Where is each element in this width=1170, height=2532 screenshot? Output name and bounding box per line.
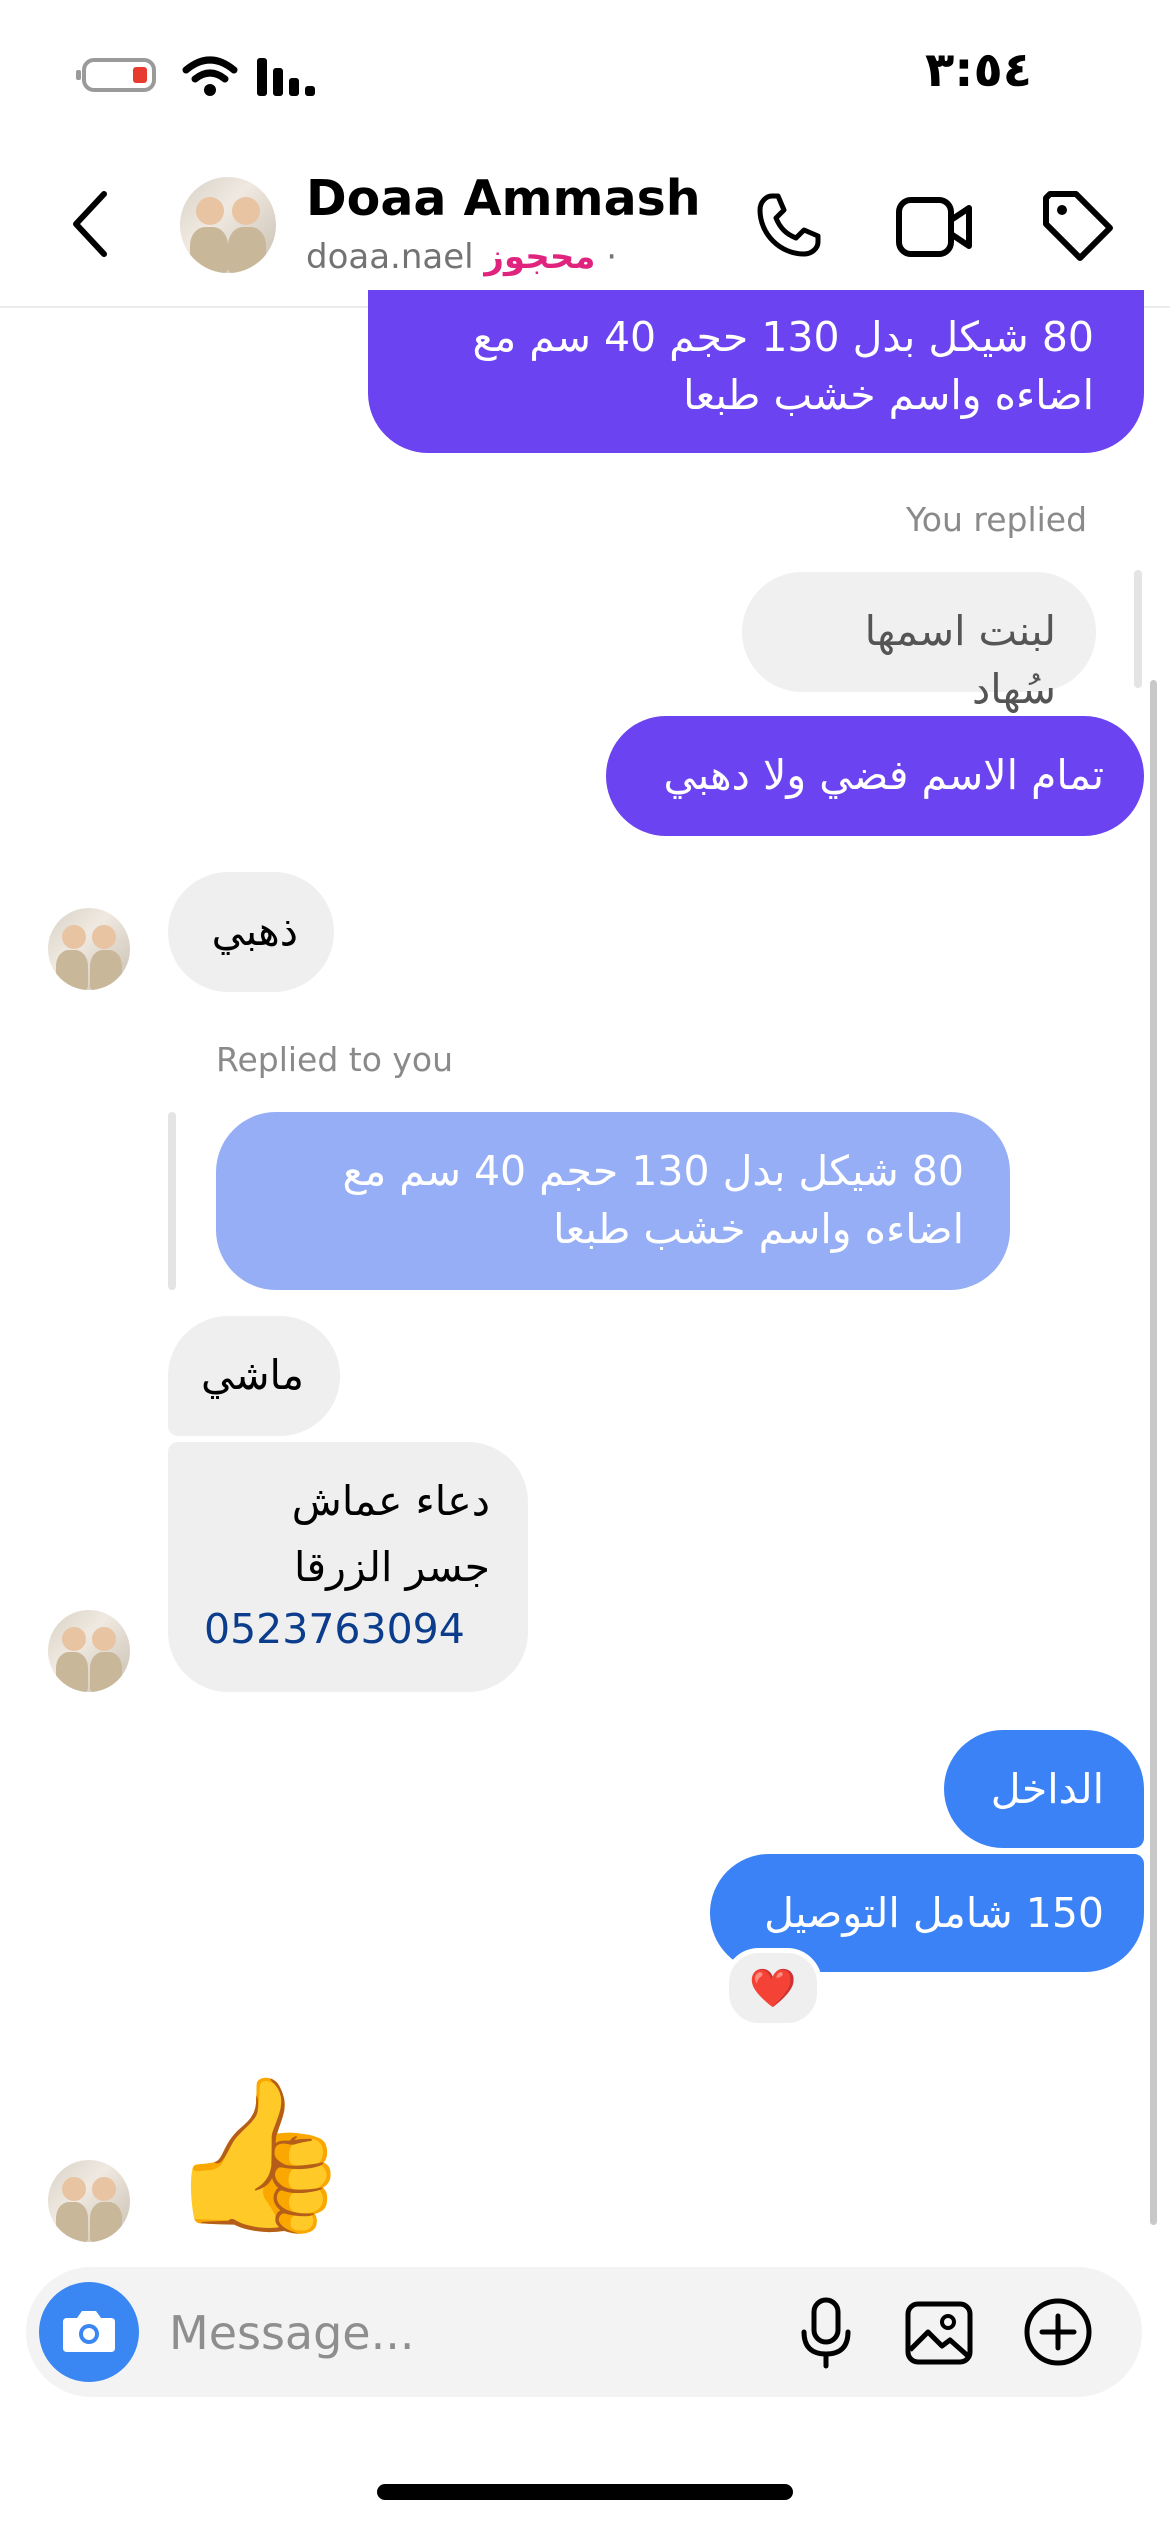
contact-avatar [48, 2160, 130, 2242]
phone-icon [757, 193, 821, 257]
message-input[interactable] [167, 2302, 731, 2364]
username: doaa.nael [306, 237, 474, 277]
scrollbar[interactable] [1150, 680, 1157, 2225]
back-icon [73, 191, 107, 257]
signal-icon [255, 58, 317, 96]
contact-avatar [48, 1610, 130, 1692]
contact-avatar [48, 908, 130, 990]
call-button[interactable] [752, 190, 824, 262]
video-icon [896, 197, 972, 257]
reply-quote-bar [1134, 570, 1142, 688]
battery-icon [76, 58, 156, 92]
replied-to-you-caption: Replied to you [216, 1040, 454, 1079]
you-replied-caption: You replied [906, 500, 1088, 539]
incoming-message[interactable]: ماشي [168, 1316, 340, 1436]
contact-subtitle[interactable]: doaa.nael محجوز · [306, 237, 617, 277]
outgoing-message[interactable]: الداخل [944, 1730, 1144, 1848]
outgoing-message[interactable]: تمام الاسم فضي ولا دهبي [606, 716, 1144, 836]
outgoing-message[interactable]: 80 شيكل بدل 130 حجم 40 سم مع اضاءه واسم … [368, 290, 1144, 453]
separator: · [606, 237, 617, 277]
heart-reaction[interactable]: ❤️ [724, 1948, 822, 2028]
contact-name[interactable]: Doaa Ammash [306, 170, 701, 227]
voice-message-button[interactable] [796, 2296, 856, 2370]
label-button[interactable] [1040, 188, 1116, 264]
phone-link[interactable]: 0523763094 [204, 1600, 465, 1658]
quoted-message[interactable]: 80 شيكل بدل 130 حجم 40 سم مع اضاءه واسم … [216, 1112, 1010, 1290]
message-line: دعاء عماش [291, 1477, 490, 1525]
status-text: محجوز [484, 237, 596, 277]
back-button[interactable] [68, 188, 112, 260]
incoming-message[interactable]: ذهبي [168, 872, 334, 992]
video-call-button[interactable] [895, 192, 975, 260]
gallery-button[interactable] [904, 2300, 974, 2366]
camera-button[interactable] [39, 2282, 139, 2382]
message-line: جسر الزرقا [294, 1543, 490, 1591]
camera-icon [63, 2311, 115, 2352]
tag-icon [1043, 191, 1113, 261]
thumbs-up-message[interactable]: 👍 [165, 2070, 352, 2240]
reply-quote-bar [168, 1112, 176, 1290]
gallery-icon [905, 2301, 973, 2365]
header-avatar[interactable] [180, 177, 276, 273]
more-options-button[interactable] [1022, 2296, 1094, 2368]
status-time: ٣:٥٤ [925, 42, 1033, 98]
wifi-icon [182, 54, 238, 98]
incoming-message[interactable]: دعاء عماش جسر الزرقا 0523763094 [168, 1442, 528, 1692]
plus-icon [1024, 2298, 1092, 2366]
microphone-icon [801, 2297, 851, 2369]
quoted-message[interactable]: لبنت اسمها سُهاد [742, 572, 1096, 713]
home-indicator [377, 2484, 793, 2500]
